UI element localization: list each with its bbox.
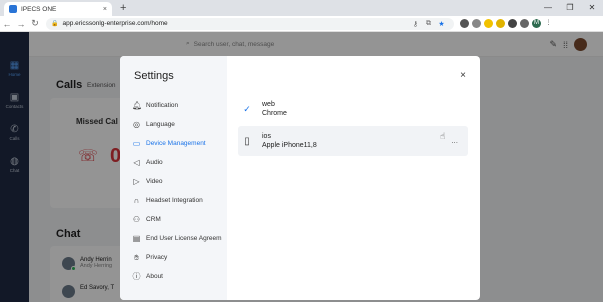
extensions-bar: M ⋮ — [460, 19, 553, 28]
forward-button[interactable]: → — [14, 19, 28, 29]
headset-icon: ∩ — [133, 196, 140, 205]
settings-item-crm[interactable]: ⚇ CRM — [132, 210, 227, 229]
settings-item-label: Notification — [146, 102, 179, 109]
key-icon[interactable]: ⚷ — [410, 20, 421, 28]
checkmark-icon: ✓ — [243, 103, 251, 114]
document-icon: ▤ — [132, 234, 141, 243]
info-icon: ⓘ — [132, 272, 141, 281]
settings-item-notification[interactable]: 🔔︎ Notification — [132, 96, 227, 115]
open-in-app-icon[interactable]: ⧉ — [423, 20, 434, 28]
video-icon: ▷ — [133, 177, 140, 186]
settings-item-language[interactable]: ◎ Language — [132, 115, 227, 134]
new-tab-button[interactable]: + — [120, 2, 126, 14]
puzzle-icon[interactable] — [508, 19, 517, 28]
settings-item-label: Device Management — [146, 140, 206, 147]
back-button[interactable]: ← — [0, 19, 14, 29]
media-icon[interactable] — [520, 19, 529, 28]
browser-tab[interactable]: IPECS ONE × — [4, 2, 112, 16]
settings-item-label: Video — [146, 178, 163, 185]
settings-menu: 🔔︎ Notification ◎ Language ▭ Device Mana… — [132, 96, 227, 286]
tab-title: IPECS ONE — [21, 5, 57, 13]
settings-item-label: Headset Integration — [146, 197, 203, 204]
maximize-button[interactable]: ❐ — [559, 0, 581, 16]
favicon-icon — [9, 5, 17, 13]
minimize-button[interactable]: — — [537, 0, 559, 16]
omnibox-actions: ⚷ ⧉ ★ — [410, 20, 449, 28]
settings-item-label: Language — [146, 121, 175, 128]
bookmark-star-icon[interactable]: ★ — [436, 20, 447, 28]
extension-icon[interactable] — [472, 19, 481, 28]
settings-dialog: Settings 🔔︎ Notification ◎ Language ▭ De… — [120, 56, 480, 300]
device-row-ios[interactable]: ▯ ios Apple iPhone11,8 ... — [238, 126, 468, 156]
settings-item-privacy[interactable]: ✋︎ Privacy — [132, 248, 227, 267]
settings-item-label: Privacy — [146, 254, 168, 261]
browser-tabstrip: IPECS ONE × + — ❐ ✕ — [0, 0, 603, 16]
address-bar: ← → ↻ 🔒 app.ericssonlg-enterprise.com/ho… — [0, 16, 603, 32]
extension-icon[interactable] — [484, 19, 493, 28]
extension-icon[interactable] — [460, 19, 469, 28]
tab-close-icon[interactable]: × — [103, 6, 107, 13]
settings-item-headset[interactable]: ∩ Headset Integration — [132, 191, 227, 210]
device-icon: ▭ — [132, 139, 141, 148]
phone-device-icon: ▯ — [244, 135, 250, 147]
window-controls: — ❐ ✕ — [537, 0, 603, 16]
person-icon: ⚇ — [132, 215, 141, 224]
settings-item-eula[interactable]: ▤ End User License Agreem — [132, 229, 227, 248]
profile-avatar[interactable]: M — [532, 19, 541, 28]
settings-item-video[interactable]: ▷ Video — [132, 172, 227, 191]
globe-icon: ◎ — [133, 120, 140, 129]
bell-icon: 🔔︎ — [132, 101, 143, 110]
settings-item-label: End User License Agreem — [146, 235, 222, 242]
close-icon[interactable]: × — [460, 70, 466, 81]
hand-cursor-icon: ☝︎ — [440, 131, 446, 141]
omnibox[interactable]: 🔒 app.ericssonlg-enterprise.com/home ⚷ ⧉… — [46, 17, 454, 30]
extension-icon[interactable] — [496, 19, 505, 28]
device-name: ios — [262, 133, 271, 140]
close-window-button[interactable]: ✕ — [581, 0, 603, 16]
speaker-icon: ◁ — [133, 158, 140, 167]
settings-item-label: Audio — [146, 159, 163, 166]
device-detail: Chrome — [262, 110, 287, 117]
reload-button[interactable]: ↻ — [28, 18, 42, 29]
device-name: web — [262, 101, 275, 108]
settings-item-label: CRM — [146, 216, 161, 223]
settings-item-device-management[interactable]: ▭ Device Management — [132, 134, 227, 153]
settings-title: Settings — [134, 70, 174, 82]
menu-dots-icon[interactable]: ⋮ — [544, 19, 553, 28]
more-options-icon[interactable]: ... — [451, 136, 458, 145]
device-row-web[interactable]: ✓ web Chrome — [238, 94, 468, 124]
url-text[interactable]: app.ericssonlg-enterprise.com/home — [62, 20, 167, 27]
lock-icon: 🔒 — [51, 21, 59, 27]
settings-item-about[interactable]: ⓘ About — [132, 267, 227, 286]
hand-icon: ✋︎ — [134, 252, 139, 262]
settings-item-label: About — [146, 273, 163, 280]
settings-item-audio[interactable]: ◁ Audio — [132, 153, 227, 172]
device-detail: Apple iPhone11,8 — [262, 142, 317, 149]
settings-nav: Settings 🔔︎ Notification ◎ Language ▭ De… — [120, 56, 227, 300]
